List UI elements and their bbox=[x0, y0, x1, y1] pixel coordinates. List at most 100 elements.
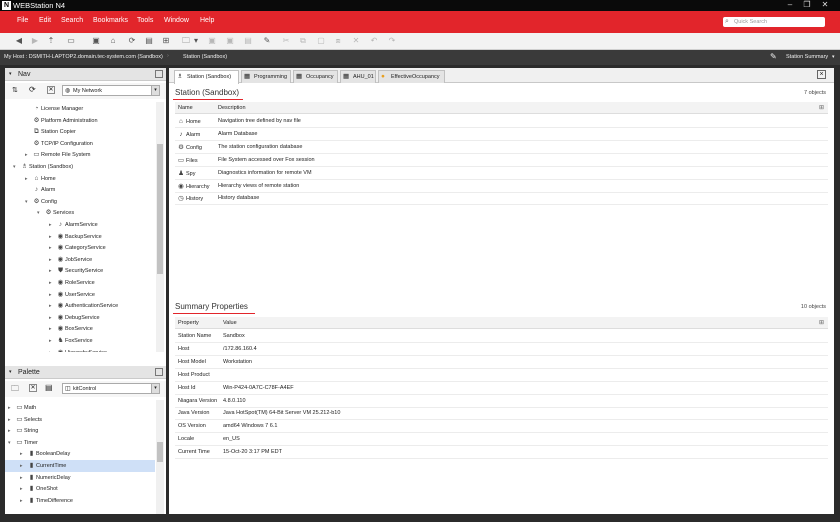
table-row[interactable]: Host/172.86.160.4 bbox=[175, 343, 828, 356]
close-tab-icon[interactable]: × bbox=[817, 70, 826, 79]
nav-item[interactable]: ▸ ◉ AuthenticationService bbox=[49, 300, 118, 312]
nav-item[interactable]: ▸ ⌂ Home bbox=[25, 173, 56, 185]
open-palette-icon[interactable]: 🗀 bbox=[11, 383, 19, 397]
tab-effective-occupancy[interactable]: ● EffectiveOccupancy bbox=[378, 70, 445, 83]
view-selector[interactable]: Station Summary bbox=[786, 54, 828, 60]
view-dropdown-icon[interactable]: ▾ bbox=[832, 54, 835, 60]
table-row[interactable]: Java Version Java HotSpot(TM) 64-Bit Serv… bbox=[175, 407, 828, 421]
nav-item[interactable]: ▾ ♗ Station (Sandbox) bbox=[13, 161, 73, 173]
column-value[interactable]: Value bbox=[223, 317, 237, 329]
close-palette-icon[interactable]: ✕ bbox=[29, 384, 37, 392]
table-row[interactable]: Host Model Workstation bbox=[175, 356, 828, 369]
tab-view-icon[interactable]: ⊞ bbox=[161, 36, 171, 46]
nav-item[interactable]: ⚙ Platform Administration bbox=[25, 115, 98, 127]
collapse-palette-icon[interactable]: ▾ bbox=[9, 366, 12, 379]
table-row[interactable]: Host Id Win-P424-0A7C-C78F-A4EF bbox=[175, 382, 828, 395]
palette-item[interactable]: ▸ ▭String bbox=[8, 425, 38, 437]
sync-icon[interactable]: ⇅ bbox=[12, 86, 18, 94]
table-config-icon[interactable]: ⊞ bbox=[819, 317, 824, 329]
palette-item[interactable]: ▸ ▮ CurrentTime bbox=[5, 460, 155, 472]
refresh-icon[interactable]: ⟳ bbox=[127, 36, 137, 46]
menu-help[interactable]: Help bbox=[200, 17, 214, 24]
save-icon[interactable]: ▣ bbox=[207, 36, 217, 46]
table-row[interactable]: OS Version amd64 Windows 7 6.1 bbox=[175, 420, 828, 434]
nav-item[interactable]: ▸ ◉ UserService bbox=[49, 289, 95, 301]
nav-item[interactable]: ▸ ◉ JobService bbox=[49, 254, 92, 266]
redo-icon[interactable]: ↷ bbox=[387, 36, 397, 46]
copy-icon[interactable]: ⧉ bbox=[298, 36, 308, 46]
tab-station-sandbox[interactable]: ♗ Station (Sandbox) bbox=[174, 70, 239, 84]
nav-item[interactable]: ▸ ◉ CategoryService bbox=[49, 242, 106, 254]
open-folder-icon[interactable]: 🗀 bbox=[181, 36, 191, 46]
nav-scrollbar[interactable] bbox=[156, 102, 164, 352]
table-row[interactable]: ⌂ Home Navigation tree defined by nav file bbox=[175, 115, 828, 128]
table-row[interactable]: ◷ History History database bbox=[175, 192, 828, 206]
palette-module-dropdown[interactable]: ◫ kitControl ▾ bbox=[62, 383, 160, 394]
network-dropdown[interactable]: ◍ My Network ▾ bbox=[62, 85, 160, 96]
palette-item[interactable]: ▸ ▮ OneShot bbox=[20, 483, 58, 495]
tab-ahu-01[interactable]: ▦ AHU_01 bbox=[340, 70, 376, 83]
menu-window[interactable]: Window bbox=[164, 17, 189, 24]
palette-item[interactable]: ▸ ▮ BooleanDelay bbox=[20, 448, 70, 460]
back-icon[interactable]: ◀ bbox=[14, 36, 24, 46]
palette-scrollbar-thumb[interactable] bbox=[157, 442, 163, 462]
undo-icon[interactable]: ↶ bbox=[369, 36, 379, 46]
menu-tools[interactable]: Tools bbox=[137, 17, 153, 24]
table-row[interactable]: Host Product bbox=[175, 369, 828, 382]
table-row[interactable]: ⚙ Config The station configuration databas… bbox=[175, 141, 828, 154]
delete-icon[interactable]: ✕ bbox=[351, 36, 361, 46]
up-level-icon[interactable]: ⇡ bbox=[46, 36, 56, 46]
collapse-nav-icon[interactable]: ▾ bbox=[9, 68, 12, 81]
table-row[interactable]: Station Name Sandbox bbox=[175, 330, 828, 343]
host-path[interactable]: My Host : DSMITH-LAPTOP2.domain.tec-syst… bbox=[4, 54, 163, 60]
nav-item[interactable]: ▸ ▭Remote File System bbox=[25, 149, 91, 161]
paste-icon[interactable]: ▢ bbox=[316, 36, 326, 46]
pencil-icon[interactable]: ✎ bbox=[770, 52, 777, 61]
nav-item[interactable]: ▾ ⚙ Config bbox=[25, 196, 57, 208]
nav-item[interactable]: ▸ ♪ AlarmService bbox=[49, 219, 98, 231]
menu-edit[interactable]: Edit bbox=[39, 17, 51, 24]
palette-scrollbar[interactable] bbox=[156, 400, 164, 514]
nav-item[interactable]: ♪ Alarm bbox=[25, 184, 56, 196]
minimize-icon[interactable]: – bbox=[783, 0, 797, 11]
station-path[interactable]: Station (Sandbox) bbox=[183, 54, 227, 60]
maximize-nav-icon[interactable] bbox=[155, 70, 163, 78]
menu-bookmarks[interactable]: Bookmarks bbox=[93, 17, 128, 24]
forward-icon[interactable]: ▶ bbox=[30, 36, 40, 46]
cut-icon[interactable]: ✂ bbox=[281, 36, 291, 46]
palette-item[interactable]: ▸ ▮ NumericDelay bbox=[20, 472, 71, 484]
nav-item[interactable]: ⚙ TCP/IP Configuration bbox=[25, 138, 93, 150]
duplicate-icon[interactable]: ⧈ bbox=[333, 36, 343, 46]
palette-item[interactable]: ▾ ▭Timer bbox=[8, 437, 38, 449]
save-all-icon[interactable]: ▣ bbox=[225, 36, 235, 46]
collapse-icon[interactable]: ▾ bbox=[25, 197, 32, 209]
maximize-palette-icon[interactable] bbox=[155, 368, 163, 376]
find-icon[interactable]: ✎ bbox=[262, 36, 272, 46]
nav-item[interactable]: ▸ ◉ BoxService bbox=[49, 323, 93, 335]
table-row[interactable]: Current Time 15-Oct-20 3:17 PM EDT bbox=[175, 446, 828, 460]
close-nav-icon[interactable]: ✕ bbox=[47, 86, 55, 94]
menu-search[interactable]: Search bbox=[61, 17, 83, 24]
collapse-icon[interactable]: ▾ bbox=[37, 208, 44, 220]
nav-item[interactable]: ▸ ◉ DebugService bbox=[49, 312, 100, 324]
bookmark-icon[interactable]: ▣ bbox=[91, 36, 101, 46]
table-row[interactable]: Locale en_US bbox=[175, 433, 828, 447]
nav-item[interactable]: ▸◉HierarchyService bbox=[49, 347, 107, 352]
nav-item[interactable]: ▸ ⛊ SecurityService bbox=[49, 265, 103, 277]
table-row[interactable]: ▭ Files File System accessed over Fox sess… bbox=[175, 154, 828, 167]
monitor-icon[interactable]: ▤ bbox=[144, 36, 154, 46]
collapse-icon[interactable]: ▾ bbox=[8, 438, 15, 450]
palette-item[interactable]: ▸ ▭Math bbox=[8, 402, 36, 414]
table-row[interactable]: ♟ Spy Diagnostics information for remote V… bbox=[175, 167, 828, 180]
palette-item[interactable]: ▸ ▭Selects bbox=[8, 414, 42, 426]
refresh-nav-icon[interactable]: ⟳ bbox=[29, 85, 36, 94]
restore-icon[interactable]: ❐ bbox=[800, 0, 814, 11]
table-row[interactable]: ◉ Hierarchy Hierarchy views of remote stat… bbox=[175, 180, 828, 193]
expand-icon[interactable]: ▸ bbox=[49, 348, 56, 352]
open-menu-icon[interactable]: ▾ bbox=[191, 36, 201, 46]
sidebar-toggle-icon[interactable]: ▭ bbox=[66, 36, 76, 46]
nav-item[interactable]: ▸ ◉ RoleService bbox=[49, 277, 95, 289]
close-window-icon[interactable]: ✕ bbox=[818, 0, 832, 11]
table-row[interactable]: ♪ Alarm Alarm Database bbox=[175, 128, 828, 141]
nav-item[interactable]: ▾ ⚙ Services bbox=[37, 207, 74, 219]
